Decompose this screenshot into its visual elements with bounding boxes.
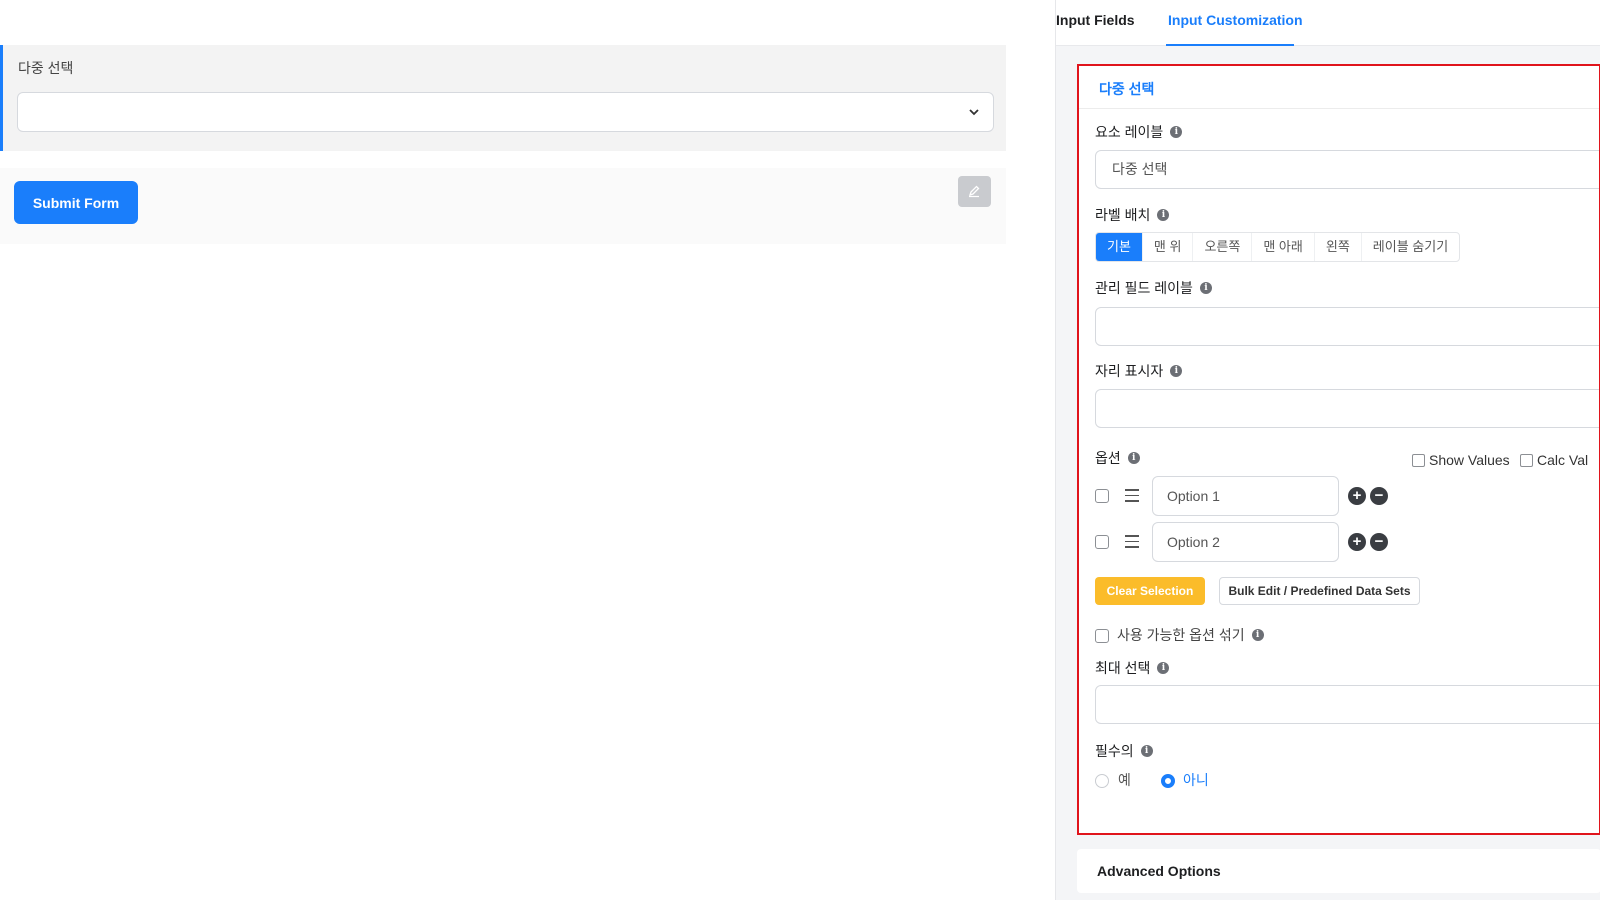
option-row: Option 1 + − bbox=[1095, 476, 1395, 516]
info-icon[interactable]: i bbox=[1127, 452, 1140, 464]
tab-bar: Input Fields Input Customization bbox=[1056, 0, 1600, 46]
advanced-options-title: Advanced Options bbox=[1097, 863, 1221, 879]
form-preview: 다중 선택 Submit Form bbox=[0, 0, 1006, 900]
clear-selection-button[interactable]: Clear Selection bbox=[1095, 577, 1205, 605]
tab-input-fields[interactable]: Input Fields bbox=[1056, 12, 1135, 28]
info-icon[interactable]: i bbox=[1157, 662, 1170, 674]
label-placement-heading: 라벨 배치 i bbox=[1095, 205, 1170, 225]
placement-top[interactable]: 맨 위 bbox=[1143, 233, 1194, 261]
element-label-heading: 요소 레이블 i bbox=[1095, 122, 1183, 142]
plus-circle-icon[interactable]: + bbox=[1348, 487, 1366, 505]
placement-default[interactable]: 기본 bbox=[1096, 233, 1143, 261]
placeholder-heading: 자리 표시자 i bbox=[1095, 361, 1183, 381]
option-default-checkbox[interactable] bbox=[1095, 489, 1109, 503]
divider bbox=[1079, 108, 1599, 109]
drag-handle-icon[interactable] bbox=[1125, 489, 1139, 506]
bulk-edit-button[interactable]: Bulk Edit / Predefined Data Sets bbox=[1219, 577, 1420, 605]
pencil-icon bbox=[968, 185, 980, 198]
drag-handle-icon[interactable] bbox=[1125, 535, 1139, 552]
info-icon[interactable]: i bbox=[1140, 745, 1153, 757]
calc-values-checkbox[interactable]: Calc Val bbox=[1520, 452, 1588, 468]
submit-form-button[interactable]: Submit Form bbox=[14, 181, 138, 224]
placement-left[interactable]: 왼쪽 bbox=[1315, 233, 1362, 261]
checkbox[interactable] bbox=[1412, 453, 1425, 467]
option-input[interactable]: Option 1 bbox=[1152, 476, 1339, 516]
checkbox[interactable] bbox=[1520, 453, 1533, 467]
placement-right[interactable]: 오른쪽 bbox=[1193, 233, 1253, 261]
admin-label-heading: 관리 필드 레이블 i bbox=[1095, 278, 1212, 298]
multi-select-field-preview[interactable]: 다중 선택 bbox=[0, 45, 1006, 151]
required-no-radio[interactable] bbox=[1161, 774, 1175, 788]
option-row: Option 2 + − bbox=[1095, 522, 1395, 562]
field-label: 다중 선택 bbox=[18, 60, 74, 76]
settings-panel: Input Fields Input Customization 다중 선택 요… bbox=[1055, 0, 1600, 900]
option-default-checkbox[interactable] bbox=[1095, 535, 1109, 549]
placement-hide[interactable]: 레이블 숨기기 bbox=[1362, 233, 1459, 261]
shuffle-label: 사용 가능한 옵션 섞기 i bbox=[1117, 625, 1264, 645]
option-input[interactable]: Option 2 bbox=[1152, 522, 1339, 562]
tab-input-customization[interactable]: Input Customization bbox=[1168, 12, 1303, 28]
active-tab-indicator bbox=[1166, 44, 1294, 46]
submit-area: Submit Form bbox=[0, 168, 1006, 244]
label-placement-segmented: 기본 맨 위 오른쪽 맨 아래 왼쪽 레이블 숨기기 bbox=[1095, 232, 1461, 262]
options-heading: 옵션 i bbox=[1095, 448, 1140, 468]
info-icon[interactable]: i bbox=[1157, 209, 1170, 221]
placement-bottom[interactable]: 맨 아래 bbox=[1252, 233, 1315, 261]
show-values-checkbox[interactable]: Show Values bbox=[1412, 452, 1510, 468]
minus-circle-icon[interactable]: − bbox=[1370, 533, 1388, 551]
placeholder-input[interactable] bbox=[1095, 389, 1599, 428]
shuffle-checkbox[interactable] bbox=[1095, 629, 1109, 643]
multi-select-dropdown[interactable] bbox=[17, 92, 994, 132]
info-icon[interactable]: i bbox=[1251, 629, 1264, 641]
required-yes-label: 예 bbox=[1118, 772, 1131, 788]
required-yes-radio[interactable] bbox=[1095, 774, 1109, 788]
info-icon[interactable]: i bbox=[1170, 126, 1183, 138]
required-heading: 필수의 i bbox=[1095, 741, 1153, 761]
field-settings-card: 다중 선택 요소 레이블 i 다중 선택 라벨 배치 i 기본 맨 위 오른쪽 … bbox=[1077, 64, 1600, 835]
card-title: 다중 선택 bbox=[1099, 81, 1155, 97]
required-no-label: 아니 bbox=[1183, 772, 1209, 788]
element-label-input[interactable]: 다중 선택 bbox=[1095, 150, 1599, 189]
info-icon[interactable]: i bbox=[1199, 282, 1212, 294]
minus-circle-icon[interactable]: − bbox=[1370, 487, 1388, 505]
max-selection-heading: 최대 선택 i bbox=[1095, 658, 1170, 678]
admin-label-input[interactable] bbox=[1095, 307, 1599, 346]
max-selection-input[interactable] bbox=[1095, 685, 1599, 724]
info-icon[interactable]: i bbox=[1170, 365, 1183, 377]
advanced-options-section[interactable]: Advanced Options bbox=[1077, 849, 1600, 893]
plus-circle-icon[interactable]: + bbox=[1348, 533, 1366, 551]
chevron-down-icon bbox=[969, 109, 979, 116]
edit-submit-button[interactable] bbox=[958, 176, 991, 207]
